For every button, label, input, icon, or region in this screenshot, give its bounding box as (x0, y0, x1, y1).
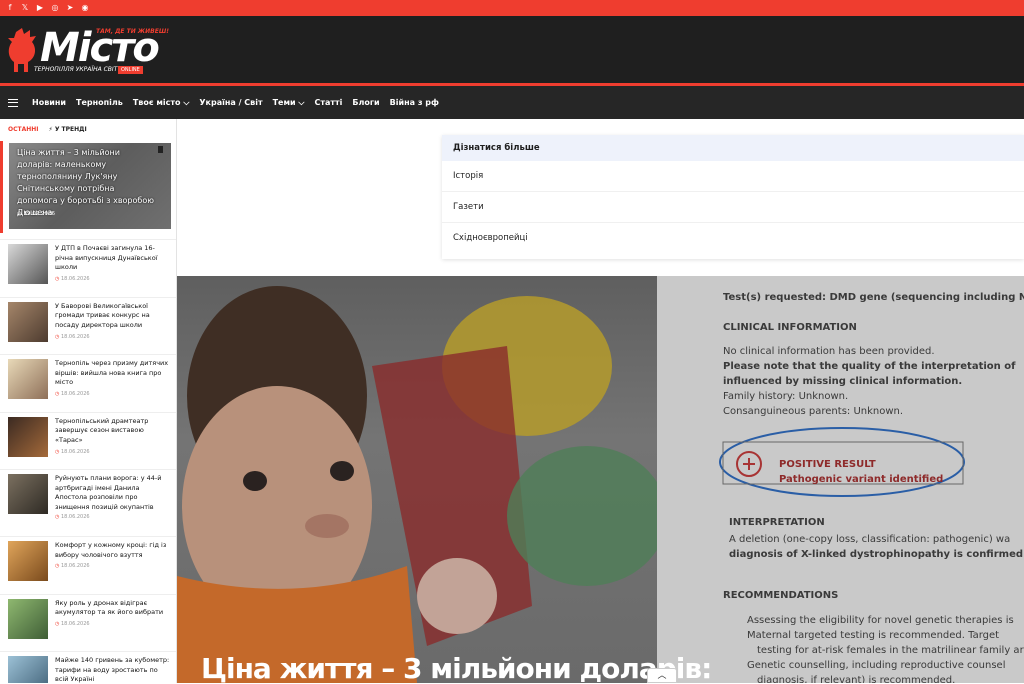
news-date: 18.06.2026 (55, 391, 90, 397)
sidebar-tabs: ОСТАННІ ⚡ У ТРЕНДІ (0, 119, 176, 139)
doc-line: diagnosis of X-linked dystrophinopathy i… (729, 549, 1024, 560)
logo-subtitle: ТЕРНОПІЛЛЯ УКРАЇНА СВІТ (34, 66, 118, 73)
news-title[interactable]: Тернопільський драмтеатр завершує сезон … (55, 417, 171, 446)
hero-photo-art (177, 286, 657, 683)
doc-line: CLINICAL INFORMATION (723, 322, 857, 333)
news-thumbnail[interactable] (8, 359, 48, 399)
main-nav: Новини Тернопіль Твоє місто ⌵ Україна / … (0, 86, 1024, 119)
doc-line: A deletion (one-copy loss, classificatio… (729, 534, 1011, 545)
featured-article[interactable]: Ціна життя – 3 мільйони доларів: маленьк… (0, 141, 176, 233)
doc-line: Family history: Unknown. (723, 391, 849, 402)
news-thumbnail[interactable] (8, 301, 48, 342)
instagram-icon[interactable]: ◎ (51, 0, 59, 16)
doc-line: POSITIVE RESULT (779, 459, 876, 470)
news-title[interactable]: Комфорт у кожному кроці: гід із вибору ч… (55, 541, 171, 560)
doc-line: influenced by missing clinical informati… (723, 376, 963, 387)
news-title[interactable]: У Баворові Великогаївської громади трива… (55, 302, 171, 331)
news-date: 18.06.2026 (55, 514, 90, 520)
menu-icon[interactable] (8, 98, 18, 107)
genetic-report-photo: Test(s) requested: DMD gene (sequencing … (657, 276, 1024, 683)
doc-line: Maternal targeted testing is recommended… (747, 630, 1000, 641)
list-item[interactable]: Майже 140 гривень за кубометр: тарифи на… (0, 651, 176, 683)
tab-trending[interactable]: ⚡ У ТРЕНДІ (49, 126, 87, 133)
news-list: У ДТП в Почаєві загинула 16-річна випуск… (0, 239, 176, 683)
news-title[interactable]: У ДТП в Почаєві загинула 16-річна випуск… (55, 244, 171, 273)
hero-image[interactable]: Test(s) requested: DMD gene (sequencing … (177, 276, 1024, 683)
doc-line: Consanguineous parents: Unknown. (723, 406, 904, 417)
list-item[interactable]: Тернопільський драмтеатр завершує сезон … (0, 411, 176, 470)
learn-more-item-history[interactable]: Історія (442, 161, 1024, 192)
doc-line: Assessing the eligibility for novel gene… (747, 615, 1014, 626)
telegram-icon[interactable]: ➤ (66, 0, 74, 16)
doc-line: RECOMMENDATIONS (723, 590, 839, 601)
featured-title[interactable]: Ціна життя – 3 мільйони доларів: маленьк… (17, 147, 157, 219)
facebook-icon[interactable]: f (6, 0, 14, 16)
news-date: 18.06.2026 (55, 334, 90, 340)
bookmark-icon[interactable] (158, 146, 163, 153)
news-sidebar: ОСТАННІ ⚡ У ТРЕНДІ Ціна життя – 3 мільйо… (0, 119, 177, 683)
nav-item-news[interactable]: Новини (32, 98, 66, 107)
news-date: 18.06.2026 (55, 621, 90, 627)
rss-icon[interactable]: ◉ (81, 0, 89, 16)
nav-item-war[interactable]: Війна з рф (390, 98, 439, 107)
featured-date: ◷ 19.02.2026 (17, 211, 56, 217)
site-logo[interactable]: Місто ТАМ, ДЕ ТИ ЖИВЕШ! ТЕРНОПІЛЛЯ УКРАЇ… (6, 26, 169, 80)
news-date: 18.06.2026 (55, 449, 90, 455)
nav-item-topics[interactable]: Теми ⌵ (273, 98, 305, 108)
doc-line: No clinical information has been provide… (723, 346, 935, 357)
doc-line: Please note that the quality of the inte… (723, 361, 1016, 372)
scroll-top-button[interactable]: ︿ (647, 668, 677, 683)
tab-latest[interactable]: ОСТАННІ (8, 126, 39, 133)
list-item[interactable]: Руйнують плани ворога: у 44-й артбригаді… (0, 469, 176, 536)
hero-photo (177, 276, 657, 683)
nav-item-ukraine-world[interactable]: Україна / Світ (199, 98, 262, 107)
youtube-icon[interactable]: ▶ (36, 0, 44, 16)
list-item[interactable]: У ДТП в Почаєві загинула 16-річна випуск… (0, 239, 176, 297)
learn-more-header[interactable]: Дізнатися більше (442, 135, 1024, 161)
doc-line: INTERPRETATION (729, 517, 825, 528)
doc-line: Pathogenic variant identified (779, 474, 944, 485)
news-thumbnail[interactable] (8, 416, 48, 457)
nav-item-your-city[interactable]: Твоє місто ⌵ (133, 98, 190, 108)
learn-more-panel: Дізнатися більше Історія Газети Східноєв… (442, 135, 1024, 259)
list-item[interactable]: Комфорт у кожному кроці: гід із вибору ч… (0, 536, 176, 594)
nav-item-ternopil[interactable]: Тернопіль (76, 98, 123, 107)
doc-line: diagnosis, if relevant) is recommended. (757, 675, 956, 683)
news-thumbnail[interactable] (8, 598, 48, 639)
news-title[interactable]: Яку роль у дронах відіграє акумулятор та… (55, 599, 171, 618)
site-header: Місто ТАМ, ДЕ ТИ ЖИВЕШ! ТЕРНОПІЛЛЯ УКРАЇ… (0, 16, 1024, 86)
doc-line: Test(s) requested: DMD gene (sequencing … (723, 292, 1024, 303)
list-item[interactable]: Яку роль у дронах відіграє акумулятор та… (0, 593, 176, 652)
nav-item-blogs[interactable]: Блоги (352, 98, 379, 107)
news-title[interactable]: Майже 140 гривень за кубометр: тарифи на… (55, 656, 171, 683)
news-date: 18.06.2026 (55, 276, 90, 282)
social-bar: f 𝕏 ▶ ◎ ➤ ◉ (0, 0, 1024, 16)
news-date: 18.06.2026 (55, 563, 90, 569)
list-item[interactable]: У Баворові Великогаївської громади трива… (0, 296, 176, 355)
doc-line: Genetic counselling, including reproduct… (747, 660, 1006, 671)
hero-title[interactable]: Ціна життя – 3 мільйони доларів: (201, 652, 712, 683)
news-thumbnail[interactable] (8, 244, 48, 284)
news-thumbnail[interactable] (8, 541, 48, 581)
news-title[interactable]: Руйнують плани ворога: у 44-й артбригаді… (55, 474, 171, 512)
logo-tagline: ТАМ, ДЕ ТИ ЖИВЕШ! (96, 28, 169, 35)
logo-online-badge: ONLINE (118, 66, 143, 74)
doc-line: testing for at-risk females in the matri… (757, 645, 1024, 656)
news-thumbnail[interactable] (8, 656, 48, 683)
nav-item-articles[interactable]: Статті (314, 98, 342, 107)
x-icon[interactable]: 𝕏 (21, 0, 29, 16)
list-item[interactable]: Тернопіль через призму дитячих віршів: в… (0, 354, 176, 412)
learn-more-item-east-europeans[interactable]: Східноєвропейці (442, 223, 1024, 254)
news-title[interactable]: Тернопіль через призму дитячих віршів: в… (55, 359, 171, 388)
news-thumbnail[interactable] (8, 474, 48, 514)
learn-more-item-newspapers[interactable]: Газети (442, 192, 1024, 223)
